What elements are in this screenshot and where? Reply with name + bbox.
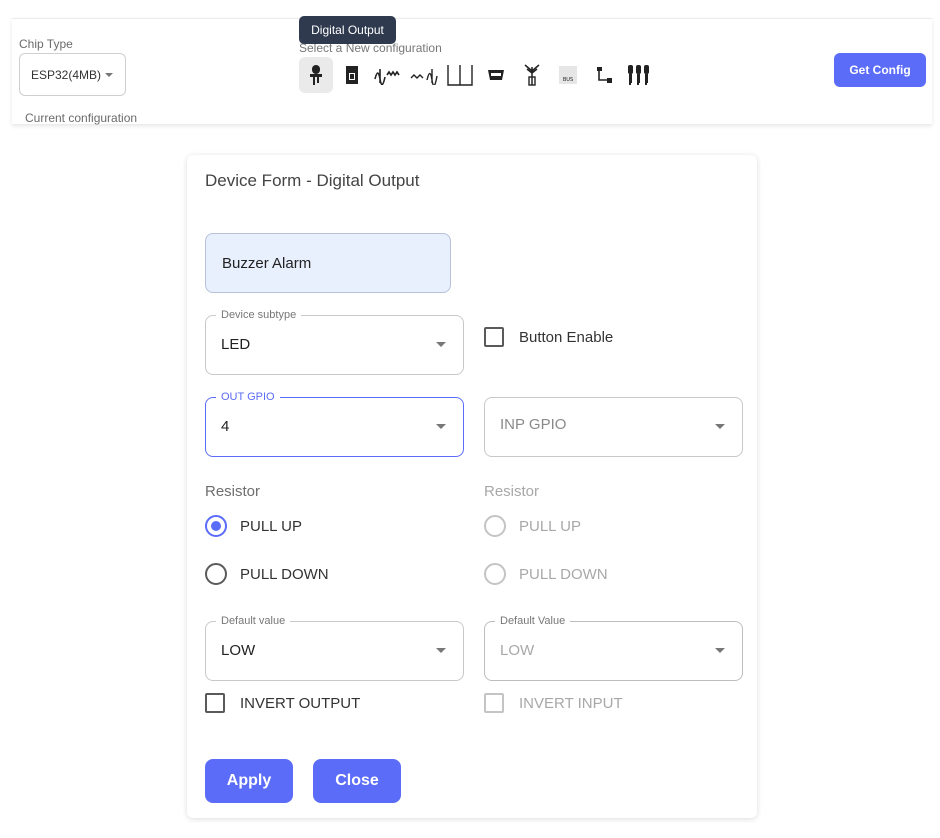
chip-type-select[interactable]: ESP32(4MB) bbox=[19, 53, 126, 96]
default-value-output-select[interactable]: Default value LOW bbox=[205, 614, 464, 681]
apply-button[interactable]: Apply bbox=[205, 759, 293, 803]
default-value-output-label: Default value bbox=[216, 614, 291, 628]
chevron-down-icon bbox=[715, 424, 725, 429]
device-form-card: Device Form - Digital Output Buzzer Alar… bbox=[187, 155, 757, 818]
inp-gpio-placeholder: INP GPIO bbox=[500, 416, 567, 433]
out-gpio-select[interactable]: OUT GPIO 4 bbox=[205, 390, 464, 457]
device-name-input[interactable]: Buzzer Alarm bbox=[205, 233, 451, 293]
chevron-down-icon bbox=[436, 342, 446, 347]
chevron-down-icon bbox=[105, 73, 113, 77]
default-value-input-select[interactable]: Default Value LOW bbox=[484, 614, 743, 681]
out-gpio-value: 4 bbox=[221, 418, 230, 435]
serial-connector-icon[interactable] bbox=[479, 57, 513, 93]
i2c-icon[interactable] bbox=[587, 57, 621, 93]
digital-output-tooltip: Digital Output bbox=[299, 16, 396, 44]
config-toolbar: Chip Type ESP32(4MB) Current configurati… bbox=[12, 18, 932, 125]
out-gpio-label: OUT GPIO bbox=[216, 390, 280, 404]
chevron-down-icon bbox=[436, 648, 446, 653]
pulse-icon[interactable] bbox=[443, 57, 477, 93]
chip-type-value: ESP32(4MB) bbox=[31, 67, 102, 82]
device-subtype-value: LED bbox=[221, 336, 251, 353]
form-title: Device Form - Digital Output bbox=[205, 171, 420, 190]
radio-pull-down-input-label: PULL DOWN bbox=[519, 565, 608, 583]
button-enable-label: Button Enable bbox=[519, 328, 614, 346]
radio-pull-down-output-label: PULL DOWN bbox=[240, 565, 329, 583]
radio-pull-up-output[interactable]: PULL UP bbox=[205, 515, 302, 537]
close-button[interactable]: Close bbox=[313, 759, 401, 803]
radio-unselected-icon bbox=[205, 563, 227, 585]
radio-pull-up-output-label: PULL UP bbox=[240, 517, 302, 535]
svg-text:BUS: BUS bbox=[563, 77, 573, 83]
device-subtype-label: Device subtype bbox=[216, 308, 302, 322]
radio-selected-icon bbox=[205, 515, 227, 537]
bus-icon[interactable]: BUS bbox=[551, 57, 585, 93]
radio-pull-up-input-label: PULL UP bbox=[519, 517, 581, 535]
digital-output-icon[interactable] bbox=[299, 57, 333, 93]
chip-type-label: Chip Type bbox=[19, 37, 73, 51]
multi-pin-icon[interactable] bbox=[623, 57, 657, 93]
antenna-icon[interactable] bbox=[515, 57, 549, 93]
invert-output-checkbox[interactable]: INVERT OUTPUT bbox=[205, 693, 360, 713]
get-config-button[interactable]: Get Config bbox=[834, 53, 926, 87]
invert-output-label: INVERT OUTPUT bbox=[240, 694, 361, 712]
analog-wave-icon[interactable] bbox=[371, 57, 405, 93]
default-value-output-value: LOW bbox=[221, 642, 256, 659]
radio-unselected-icon bbox=[484, 515, 506, 537]
resistor-label-input: Resistor bbox=[484, 483, 540, 500]
checkbox-icon bbox=[205, 693, 225, 713]
default-value-input-label: Default Value bbox=[495, 614, 571, 628]
inp-gpio-select[interactable]: INP GPIO bbox=[484, 397, 743, 457]
checkbox-icon bbox=[484, 693, 504, 713]
invert-input-checkbox[interactable]: INVERT INPUT bbox=[484, 693, 623, 713]
chevron-down-icon bbox=[715, 648, 725, 653]
device-subtype-select[interactable]: Device subtype LED bbox=[205, 308, 464, 375]
checkbox-icon bbox=[484, 327, 504, 347]
radio-pull-down-output[interactable]: PULL DOWN bbox=[205, 563, 329, 585]
radio-pull-down-input[interactable]: PULL DOWN bbox=[484, 563, 608, 585]
memory-card-icon[interactable] bbox=[335, 57, 369, 93]
pwm-wave-icon[interactable] bbox=[407, 57, 441, 93]
current-configuration-label: Current configuration bbox=[25, 111, 138, 125]
button-enable-checkbox[interactable]: Button Enable bbox=[484, 327, 613, 347]
radio-pull-up-input[interactable]: PULL UP bbox=[484, 515, 581, 537]
default-value-input-value: LOW bbox=[500, 642, 535, 659]
device-name-value: Buzzer Alarm bbox=[222, 254, 312, 272]
configuration-icon-row: BUS bbox=[299, 57, 659, 93]
invert-input-label: INVERT INPUT bbox=[519, 694, 623, 712]
resistor-label-output: Resistor bbox=[205, 483, 261, 500]
radio-unselected-icon bbox=[484, 563, 506, 585]
chevron-down-icon bbox=[436, 424, 446, 429]
